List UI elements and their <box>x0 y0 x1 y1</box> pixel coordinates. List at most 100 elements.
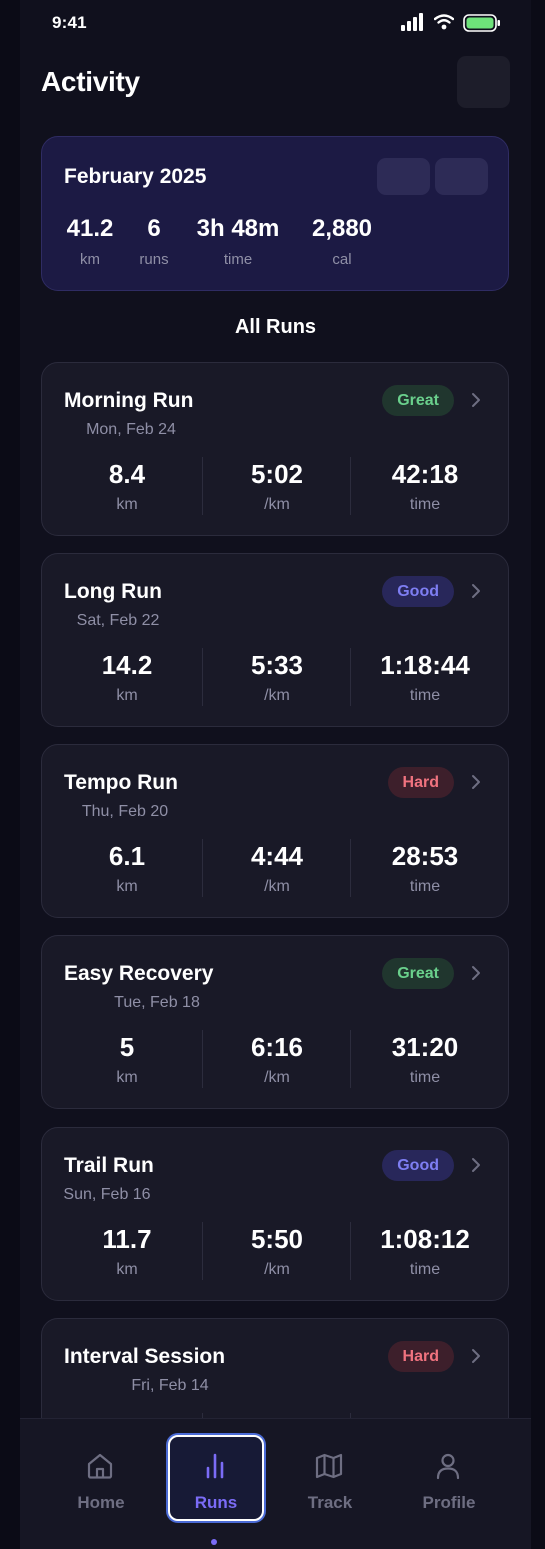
run-distance-unit: km <box>116 496 138 513</box>
run-distance-unit: km <box>116 1261 138 1278</box>
chevron-right-icon <box>472 966 480 980</box>
bottom-tab-bar: Home Runs Track Profile <box>20 1418 531 1549</box>
tab-label: Home <box>77 1493 125 1512</box>
run-pace-unit: /km <box>264 1261 290 1278</box>
run-name: Morning Run <box>64 389 194 412</box>
chevron-right-icon <box>472 584 480 598</box>
header-action-button[interactable] <box>457 56 510 108</box>
page-title: Activity <box>41 66 140 97</box>
chevron-right-icon <box>472 393 480 407</box>
run-pace-unit: /km <box>264 496 290 513</box>
summary-stat-label: time <box>223 251 253 268</box>
run-duration: 31:20 time <box>350 1032 500 1087</box>
summary-stat-value: 6 <box>147 215 161 242</box>
run-duration-value: 1:08:12 <box>380 1224 470 1254</box>
run-pace: 5:33/km <box>202 650 352 705</box>
run-duration-unit: time <box>409 687 441 704</box>
chevron-right-icon <box>472 1158 480 1172</box>
tab-label: Profile <box>422 1493 476 1512</box>
home-icon <box>87 1453 113 1479</box>
run-duration-value: 1:18:44 <box>380 650 470 680</box>
effort-badge: Hard <box>387 1341 454 1372</box>
run-date: Sat, Feb 22 <box>76 612 160 629</box>
status-bar: 9:41 <box>20 0 531 46</box>
run-distance-unit: km <box>116 1069 138 1086</box>
summary-stat-label: cal <box>332 251 352 268</box>
run-card[interactable]: Morning Run Mon, Feb 24 Great 8.4 km 5:02… <box>41 362 509 536</box>
run-distance-unit: km <box>116 878 138 895</box>
summary-stat-label: runs <box>139 251 169 268</box>
previous-month-button[interactable] <box>377 158 430 195</box>
run-duration: 1:18:44 time <box>350 650 500 705</box>
summary-month: February 2025 <box>64 165 207 188</box>
run-pace: 4:44/km <box>202 841 352 896</box>
run-distance: 5 km <box>52 1032 202 1087</box>
run-card[interactable]: Long Run Sat, Feb 22 Good 14.2 km 5:33/km… <box>41 553 509 727</box>
run-distance-value: 11.7 <box>102 1224 152 1254</box>
run-distance-value: 6.1 <box>108 841 146 871</box>
run-card[interactable]: Easy Recovery Tue, Feb 18 Great 5 km 6:16… <box>41 935 509 1109</box>
run-pace-unit: /km <box>264 1069 290 1086</box>
chevron-right-icon <box>472 1349 480 1363</box>
run-pace-value: 4:44 <box>250 841 304 871</box>
summary-stat-runs: 6 runs <box>134 215 174 268</box>
wifi-icon <box>434 14 454 30</box>
run-distance: 8.4 km <box>52 459 202 514</box>
tab-track[interactable]: Track <box>282 1435 378 1521</box>
run-duration: 28:53 time <box>350 841 500 896</box>
run-distance-value: 5 <box>119 1032 135 1062</box>
tab-profile[interactable]: Profile <box>401 1435 497 1521</box>
run-pace-value: 5:02 <box>250 459 304 489</box>
run-duration: 42:18 time <box>350 459 500 514</box>
run-pace: 6:16/km <box>202 1032 352 1087</box>
run-distance-value: 14.2 <box>101 650 153 680</box>
run-duration-value: 31:20 <box>391 1032 459 1062</box>
summary-stat-distance: 41.2 km <box>64 215 116 268</box>
app-screen: 9:41 Activity February 2025 41.2 km 6 ru… <box>20 0 531 1549</box>
tab-runs[interactable]: Runs <box>168 1435 264 1521</box>
tab-home[interactable]: Home <box>53 1435 149 1521</box>
status-time: 9:41 <box>52 13 87 32</box>
run-distance: 11.7 km <box>52 1224 202 1279</box>
run-duration-unit: time <box>409 496 441 513</box>
effort-badge: Great <box>382 958 454 989</box>
run-pace-value: 6:16 <box>250 1032 304 1062</box>
run-duration-value: 28:53 <box>391 841 459 871</box>
run-duration-unit: time <box>409 1261 441 1278</box>
effort-badge: Great <box>382 385 454 416</box>
run-distance: 14.2 km <box>52 650 202 705</box>
run-name: Easy Recovery <box>64 962 214 985</box>
run-name: Long Run <box>64 580 162 603</box>
run-duration-unit: time <box>409 878 441 895</box>
run-pace-value: 5:50 <box>250 1224 304 1254</box>
run-card[interactable]: Trail Run Sun, Feb 16 Good 11.7 km 5:50/k… <box>41 1127 509 1301</box>
run-duration-unit: time <box>409 1069 441 1086</box>
run-card[interactable]: Tempo Run Thu, Feb 20 Hard 6.1 km 4:44/km… <box>41 744 509 918</box>
battery-icon <box>463 14 500 32</box>
map-icon <box>315 1453 343 1479</box>
summary-stat-value: 41.2 <box>66 215 114 242</box>
run-pace-unit: /km <box>264 878 290 895</box>
summary-stat-label: km <box>80 251 100 268</box>
effort-badge: Good <box>382 1150 454 1181</box>
summary-stat-value: 3h 48m <box>196 215 280 242</box>
run-name: Tempo Run <box>64 771 178 794</box>
run-pace: 5:50/km <box>202 1224 352 1279</box>
run-name: Interval Session <box>64 1345 226 1368</box>
summary-stat-time: 3h 48m time <box>190 215 286 268</box>
run-date: Sun, Feb 16 <box>63 1186 151 1203</box>
section-title: All Runs <box>234 316 317 338</box>
run-date: Tue, Feb 18 <box>114 994 200 1011</box>
tab-label: Runs <box>194 1493 238 1512</box>
run-duration: 1:08:12 time <box>350 1224 500 1279</box>
effort-badge: Hard <box>387 767 454 798</box>
run-pace: 5:02/km <box>202 459 352 514</box>
chevron-right-icon <box>472 775 480 789</box>
summary-stat-calories: 2,880 cal <box>304 215 380 268</box>
run-pace-unit: /km <box>264 687 290 704</box>
active-tab-indicator <box>211 1539 217 1545</box>
run-name: Trail Run <box>64 1154 154 1177</box>
tab-label: Track <box>307 1493 353 1512</box>
run-distance: 6.1 km <box>52 841 202 896</box>
next-month-button[interactable] <box>435 158 488 195</box>
